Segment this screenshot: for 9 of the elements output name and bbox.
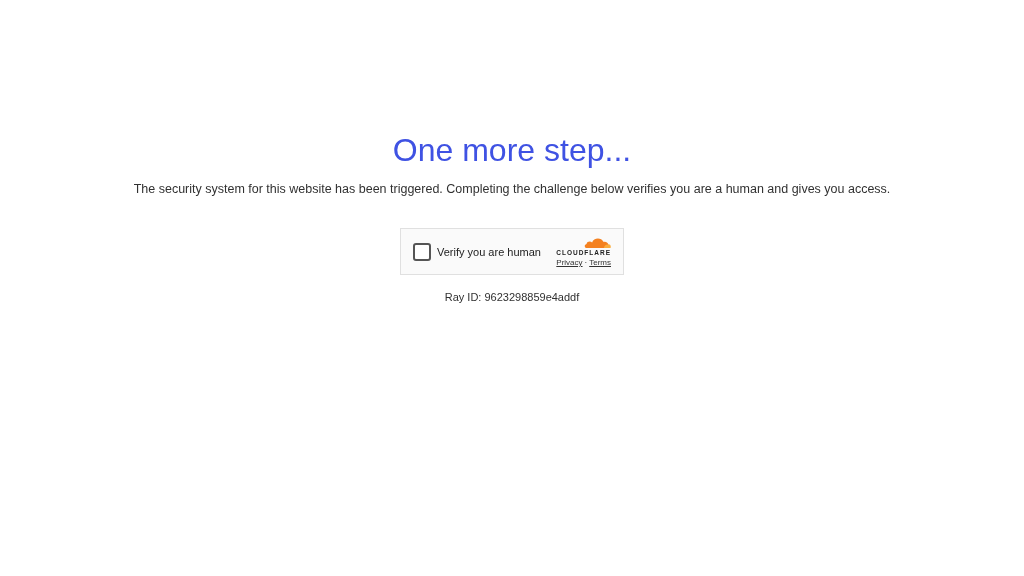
- checkbox[interactable]: [413, 242, 431, 261]
- terms-link[interactable]: Terms: [589, 258, 611, 267]
- checkbox-label: Verify you are human: [437, 245, 541, 258]
- message-text: The security system for this website has been triggered. Completing the challenge below verifies you are a human and gives you access.: [133, 182, 891, 196]
- link-separator: ·: [584, 258, 588, 267]
- ray-id: Ray ID: 9623298859e4addf: [444, 291, 580, 303]
- privacy-link[interactable]: Privacy: [556, 258, 583, 267]
- page-heading: One more step...: [392, 131, 632, 170]
- cloud-icon: [583, 236, 611, 249]
